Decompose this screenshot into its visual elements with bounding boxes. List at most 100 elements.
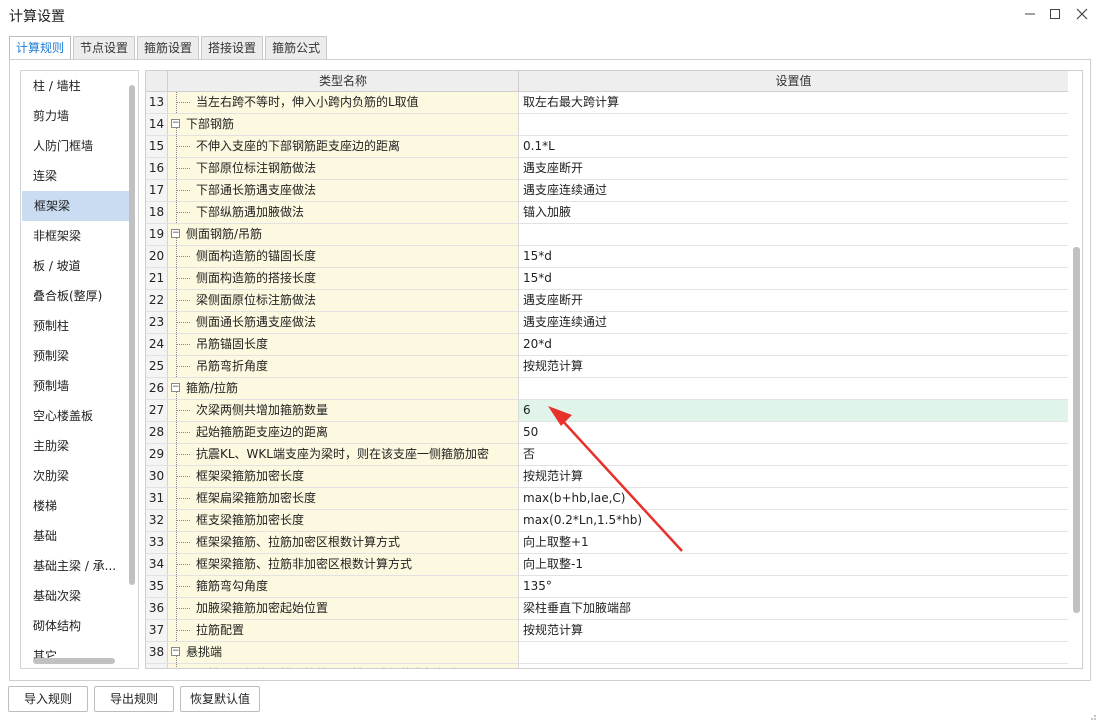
setting-value-cell[interactable]: 50 xyxy=(519,422,1068,443)
sidebar-item[interactable]: 其它 xyxy=(21,641,138,668)
table-row[interactable]: 23 侧面通长筋遇支座做法 遇支座连续通过 xyxy=(146,312,1068,334)
table-row[interactable]: 15 不伸入支座的下部钢筋距支座边的距离 0.1*L xyxy=(146,136,1068,158)
tab-2[interactable]: 节点设置 xyxy=(73,36,136,59)
type-name-cell: 梁侧面原位标注筋做法 xyxy=(168,290,519,311)
type-name-cell: 拉筋配置 xyxy=(168,620,519,641)
table-row[interactable]: 30 框架梁箍筋加密长度 按规范计算 xyxy=(146,466,1068,488)
collapse-icon[interactable]: − xyxy=(171,647,180,656)
collapse-icon[interactable]: − xyxy=(171,229,180,238)
collapse-icon[interactable]: − xyxy=(171,383,180,392)
maximize-icon[interactable] xyxy=(1042,4,1068,24)
sidebar-item[interactable]: 基础主梁 / 承... xyxy=(21,551,138,581)
setting-value-cell[interactable]: 15*d xyxy=(519,268,1068,289)
setting-value-cell[interactable]: 135° xyxy=(519,576,1068,597)
sidebar-item[interactable]: 基础 xyxy=(21,521,138,551)
setting-value-cell[interactable]: 向上取整-1 xyxy=(519,554,1068,575)
table-row[interactable]: 24 吊筋锚固长度 20*d xyxy=(146,334,1068,356)
sidebar-vertical-scrollbar[interactable] xyxy=(129,85,135,585)
setting-value-cell[interactable]: 遇支座连续通过 xyxy=(519,180,1068,201)
sidebar-item[interactable]: 空心楼盖板 xyxy=(21,401,138,431)
setting-value-cell[interactable]: 遇支座连续通过 xyxy=(519,312,1068,333)
grid-vertical-scrollbar[interactable] xyxy=(1073,247,1080,613)
type-name-cell: − 箍筋/拉筋 xyxy=(168,378,519,399)
table-row[interactable]: 22 梁侧面原位标注筋做法 遇支座断开 xyxy=(146,290,1068,312)
group-row[interactable]: 26− 箍筋/拉筋 xyxy=(146,378,1068,400)
tab-4[interactable]: 搭接设置 xyxy=(201,36,264,59)
setting-value-cell[interactable]: 20*d xyxy=(519,334,1068,355)
sidebar-item[interactable]: 人防门框墙 xyxy=(21,131,138,161)
table-row[interactable]: 39 悬挑跨上部第一排纵筋伸至悬挑跨端部的弯折长度 12*d xyxy=(146,664,1068,668)
tab-3[interactable]: 箍筋设置 xyxy=(137,36,200,59)
table-row[interactable]: 20 侧面构造筋的锚固长度 15*d xyxy=(146,246,1068,268)
setting-value-cell[interactable]: 按规范计算 xyxy=(519,356,1068,377)
table-row[interactable]: 32 框支梁箍筋加密长度 max(0.2*Ln,1.5*hb) xyxy=(146,510,1068,532)
tab-1[interactable]: 计算规则 xyxy=(9,36,72,60)
sidebar-item[interactable]: 非框架梁 xyxy=(21,221,138,251)
table-row[interactable]: 21 侧面构造筋的搭接长度 15*d xyxy=(146,268,1068,290)
setting-value-cell[interactable]: 否 xyxy=(519,444,1068,465)
table-row[interactable]: 36 加腋梁箍筋加密起始位置 梁柱垂直下加腋端部 xyxy=(146,598,1068,620)
group-row[interactable]: 38− 悬挑端 xyxy=(146,642,1068,664)
setting-value-cell[interactable]: 6 xyxy=(519,400,1068,421)
close-icon[interactable] xyxy=(1069,4,1095,24)
sidebar-item[interactable]: 预制墙 xyxy=(21,371,138,401)
table-row[interactable]: 16 下部原位标注钢筋做法 遇支座断开 xyxy=(146,158,1068,180)
table-row[interactable]: 35 箍筋弯勾角度 135° xyxy=(146,576,1068,598)
group-row[interactable]: 14− 下部钢筋 xyxy=(146,114,1068,136)
sidebar-item[interactable]: 剪力墙 xyxy=(21,101,138,131)
table-row[interactable]: 28 起始箍筋距支座边的距离 50 xyxy=(146,422,1068,444)
restore-defaults-button[interactable]: 恢复默认值 xyxy=(180,686,260,712)
sidebar-item[interactable]: 连梁 xyxy=(21,161,138,191)
sidebar-item[interactable]: 柱 / 墙柱 xyxy=(21,71,138,101)
sidebar-horizontal-scrollbar[interactable] xyxy=(33,658,115,664)
tab-5[interactable]: 箍筋公式 xyxy=(265,36,328,59)
settings-grid: 类型名称 设置值 13 当左右跨不等时，伸入小跨内负筋的L取值 取左右最大跨计算 14… xyxy=(145,70,1083,669)
group-row[interactable]: 19− 侧面钢筋/吊筋 xyxy=(146,224,1068,246)
resize-grip-icon[interactable] xyxy=(1089,713,1097,721)
header-type-name[interactable]: 类型名称 xyxy=(168,71,519,91)
setting-value-cell[interactable]: 按规范计算 xyxy=(519,620,1068,641)
setting-value-cell[interactable]: 0.1*L xyxy=(519,136,1068,157)
setting-value-cell[interactable]: 遇支座断开 xyxy=(519,290,1068,311)
import-rules-button[interactable]: 导入规则 xyxy=(8,686,88,712)
table-row[interactable]: 33 框架梁箍筋、拉筋加密区根数计算方式 向上取整+1 xyxy=(146,532,1068,554)
sidebar-item[interactable]: 基础次梁 xyxy=(21,581,138,611)
sidebar-item[interactable]: 框架梁 xyxy=(22,191,135,221)
minimize-icon[interactable] xyxy=(1017,4,1043,24)
table-row[interactable]: 29 抗震KL、WKL端支座为梁时，则在该支座一侧箍筋加密 否 xyxy=(146,444,1068,466)
setting-value-cell[interactable]: 遇支座断开 xyxy=(519,158,1068,179)
table-row[interactable]: 31 框架扁梁箍筋加密长度 max(b+hb,lae,C) xyxy=(146,488,1068,510)
setting-value-cell[interactable]: max(b+hb,lae,C) xyxy=(519,488,1068,509)
export-rules-button[interactable]: 导出规则 xyxy=(94,686,174,712)
setting-value-cell[interactable]: 梁柱垂直下加腋端部 xyxy=(519,598,1068,619)
setting-value-cell[interactable]: 12*d xyxy=(519,664,1068,668)
row-number: 38 xyxy=(146,642,168,663)
table-row[interactable]: 18 下部纵筋遇加腋做法 锚入加腋 xyxy=(146,202,1068,224)
sidebar-item[interactable]: 板 / 坡道 xyxy=(21,251,138,281)
row-number: 22 xyxy=(146,290,168,311)
table-row[interactable]: 37 拉筋配置 按规范计算 xyxy=(146,620,1068,642)
setting-value-cell[interactable]: 向上取整+1 xyxy=(519,532,1068,553)
sidebar-item[interactable]: 砌体结构 xyxy=(21,611,138,641)
table-row[interactable]: 34 框架梁箍筋、拉筋非加密区根数计算方式 向上取整-1 xyxy=(146,554,1068,576)
setting-value-cell[interactable]: 锚入加腋 xyxy=(519,202,1068,223)
table-row[interactable]: 25 吊筋弯折角度 按规范计算 xyxy=(146,356,1068,378)
sidebar-item[interactable]: 楼梯 xyxy=(21,491,138,521)
sidebar-item[interactable]: 次肋梁 xyxy=(21,461,138,491)
header-setting-value[interactable]: 设置值 xyxy=(519,71,1068,91)
setting-value-cell xyxy=(519,224,1068,245)
table-row[interactable]: 13 当左右跨不等时，伸入小跨内负筋的L取值 取左右最大跨计算 xyxy=(146,92,1068,114)
table-row[interactable]: 27 次梁两侧共增加箍筋数量 6 xyxy=(146,400,1068,422)
collapse-icon[interactable]: − xyxy=(171,119,180,128)
category-list[interactable]: 柱 / 墙柱 剪力墙 人防门框墙 连梁 框架梁 非框架梁板 / 坡道 叠合板(整厚) 预制柱预… xyxy=(20,70,139,669)
setting-value-cell[interactable]: 15*d xyxy=(519,246,1068,267)
table-row[interactable]: 17 下部通长筋遇支座做法 遇支座连续通过 xyxy=(146,180,1068,202)
setting-value-cell[interactable]: 取左右最大跨计算 xyxy=(519,92,1068,113)
row-number: 29 xyxy=(146,444,168,465)
sidebar-item[interactable]: 叠合板(整厚) xyxy=(21,281,138,311)
sidebar-item[interactable]: 预制梁 xyxy=(21,341,138,371)
setting-value-cell[interactable]: max(0.2*Ln,1.5*hb) xyxy=(519,510,1068,531)
setting-value-cell[interactable]: 按规范计算 xyxy=(519,466,1068,487)
sidebar-item[interactable]: 预制柱 xyxy=(21,311,138,341)
sidebar-item[interactable]: 主肋梁 xyxy=(21,431,138,461)
